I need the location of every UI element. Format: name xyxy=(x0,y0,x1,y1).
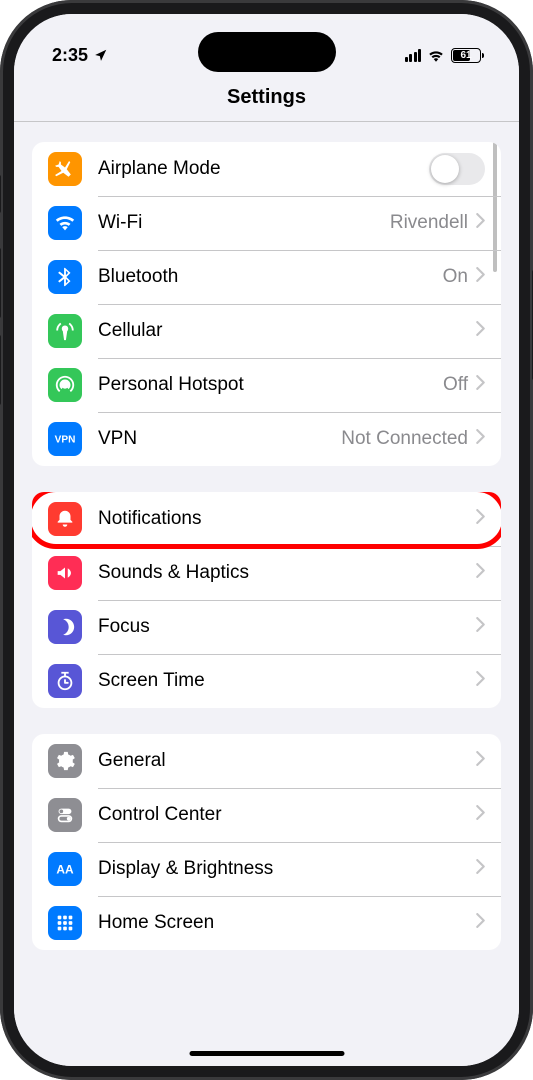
chevron-right-icon xyxy=(476,429,485,449)
battery-level: 61 xyxy=(460,50,471,61)
toggle-switch[interactable] xyxy=(429,153,485,185)
chevron-right-icon xyxy=(476,563,485,583)
settings-section: Notifications Sounds & Haptics Focus Screen… xyxy=(32,492,501,708)
chevron-right-icon xyxy=(476,213,485,233)
settings-row-screentime[interactable]: Screen Time xyxy=(32,654,501,708)
dynamic-island xyxy=(198,32,336,72)
chevron-right-icon xyxy=(476,913,485,933)
row-label: VPN xyxy=(98,428,341,450)
chevron-right-icon xyxy=(476,267,485,287)
airplane-icon xyxy=(48,152,82,186)
controlcenter-icon xyxy=(48,798,82,832)
chevron-right-icon xyxy=(476,805,485,825)
settings-row-focus[interactable]: Focus xyxy=(32,600,501,654)
phone-frame: 2:35 61 Settings Airplane Mode Wi-FiRiven… xyxy=(0,0,533,1080)
row-value: Rivendell xyxy=(390,212,468,234)
row-label: Cellular xyxy=(98,320,476,342)
row-label: Sounds & Haptics xyxy=(98,562,476,584)
homescreen-icon xyxy=(48,906,82,940)
settings-row-bluetooth[interactable]: BluetoothOn xyxy=(32,250,501,304)
cellular-signal-icon xyxy=(405,49,422,62)
chevron-right-icon xyxy=(476,375,485,395)
settings-row-homescreen[interactable]: Home Screen xyxy=(32,896,501,950)
display-icon: AA xyxy=(48,852,82,886)
notifications-icon xyxy=(48,502,82,536)
settings-row-controlcenter[interactable]: Control Center xyxy=(32,788,501,842)
battery-icon: 61 xyxy=(451,48,481,63)
chevron-right-icon xyxy=(476,859,485,879)
settings-row-airplane[interactable]: Airplane Mode xyxy=(32,142,501,196)
settings-row-notifications[interactable]: Notifications xyxy=(32,492,501,546)
row-label: Notifications xyxy=(98,508,476,530)
row-value: On xyxy=(443,266,468,288)
header: Settings xyxy=(14,76,519,122)
row-label: Screen Time xyxy=(98,670,476,692)
status-time: 2:35 xyxy=(52,45,88,66)
row-label: Wi-Fi xyxy=(98,212,390,234)
settings-content[interactable]: Airplane ModeWi-FiRivendellBluetoothOnCe… xyxy=(14,122,519,1066)
row-value: Not Connected xyxy=(341,428,468,450)
phone-screen: 2:35 61 Settings Airplane Mode Wi-FiRiven… xyxy=(14,14,519,1066)
row-label: Focus xyxy=(98,616,476,638)
row-label: Bluetooth xyxy=(98,266,443,288)
wifi-signal-icon xyxy=(427,48,445,62)
general-icon xyxy=(48,744,82,778)
svg-text:VPN: VPN xyxy=(55,435,76,446)
settings-row-display[interactable]: AA Display & Brightness xyxy=(32,842,501,896)
row-label: Home Screen xyxy=(98,912,476,934)
row-label: Display & Brightness xyxy=(98,858,476,880)
focus-icon xyxy=(48,610,82,644)
row-label: Personal Hotspot xyxy=(98,374,443,396)
home-indicator[interactable] xyxy=(189,1051,344,1056)
screentime-icon xyxy=(48,664,82,698)
chevron-right-icon xyxy=(476,321,485,341)
settings-row-general[interactable]: General xyxy=(32,734,501,788)
row-value: Off xyxy=(443,374,468,396)
settings-row-sounds[interactable]: Sounds & Haptics xyxy=(32,546,501,600)
sounds-icon xyxy=(48,556,82,590)
hotspot-icon xyxy=(48,368,82,402)
chevron-right-icon xyxy=(476,509,485,529)
cellular-icon xyxy=(48,314,82,348)
chevron-right-icon xyxy=(476,751,485,771)
wifi-icon xyxy=(48,206,82,240)
chevron-right-icon xyxy=(476,671,485,691)
settings-row-vpn[interactable]: VPNVPNNot Connected xyxy=(32,412,501,466)
settings-section: General Control Center AA Display & Brightn… xyxy=(32,734,501,950)
row-label: General xyxy=(98,750,476,772)
row-label: Control Center xyxy=(98,804,476,826)
svg-text:AA: AA xyxy=(56,863,74,877)
chevron-right-icon xyxy=(476,617,485,637)
settings-row-hotspot[interactable]: Personal HotspotOff xyxy=(32,358,501,412)
settings-row-wifi[interactable]: Wi-FiRivendell xyxy=(32,196,501,250)
page-title: Settings xyxy=(14,86,519,109)
vpn-icon: VPN xyxy=(48,422,82,456)
row-label: Airplane Mode xyxy=(98,158,429,180)
settings-row-cellular[interactable]: Cellular xyxy=(32,304,501,358)
location-icon xyxy=(94,48,108,62)
settings-section: Airplane ModeWi-FiRivendellBluetoothOnCe… xyxy=(32,142,501,466)
bluetooth-icon xyxy=(48,260,82,294)
